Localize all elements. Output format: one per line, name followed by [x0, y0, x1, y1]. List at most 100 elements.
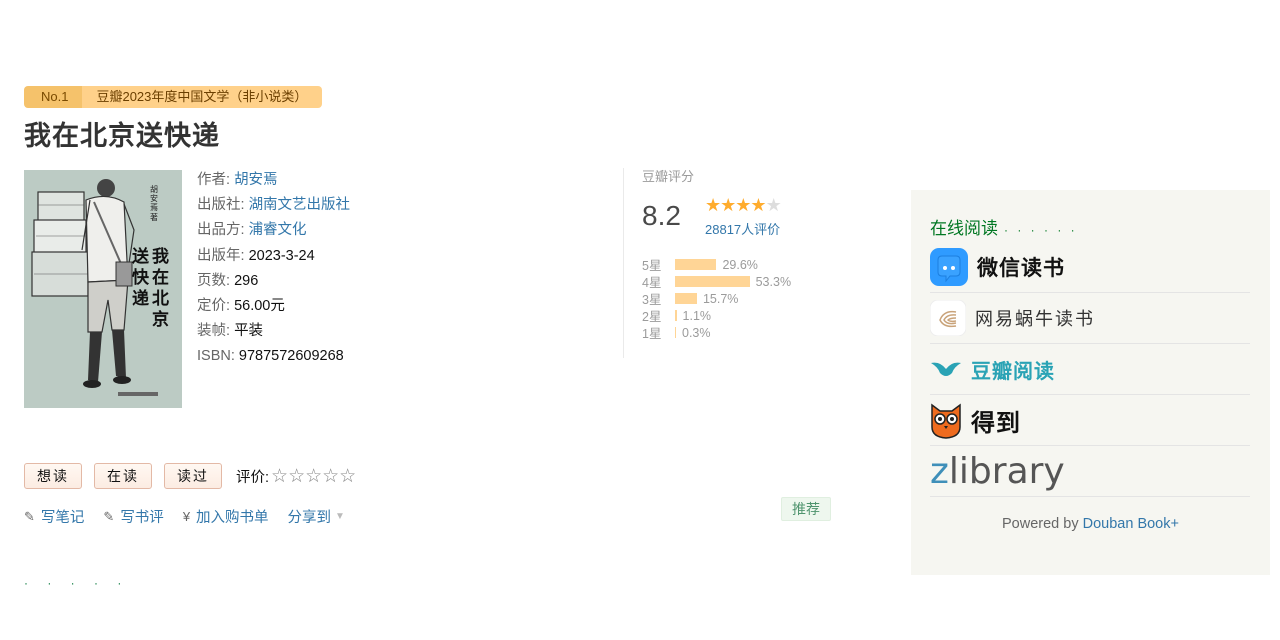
- zlibrary-logo: zlibrary: [930, 450, 1065, 492]
- info-value-link[interactable]: 湖南文艺出版社: [249, 197, 351, 213]
- douban-read-bird-icon: [931, 362, 961, 376]
- svg-text:京: 京: [152, 309, 169, 330]
- read-button[interactable]: 读过: [164, 463, 222, 489]
- online-reading-title: 在线阅读 · · · · · ·: [930, 214, 1078, 239]
- award-text: 豆瓣2023年度中国文学（非小说类）: [82, 86, 323, 108]
- yen-icon: ¥: [182, 509, 191, 524]
- title-dots: · · · · · ·: [1004, 223, 1078, 237]
- svg-text:快: 快: [132, 267, 150, 288]
- info-label: 出品方:: [197, 222, 245, 239]
- powered-prefix: Powered by: [1002, 516, 1079, 532]
- wechat-read-icon: [930, 248, 968, 286]
- write-note-label: 写笔记: [40, 510, 85, 526]
- info-label: 出版年:: [197, 247, 245, 264]
- info-value: 9787572609268: [238, 348, 344, 365]
- share-link[interactable]: 分享到 ▼: [288, 506, 345, 527]
- vendor-netease-snail[interactable]: 网易蜗牛读书: [930, 293, 1250, 344]
- vendor-name: 网易蜗牛读书: [975, 309, 1095, 329]
- info-value-link[interactable]: 胡安焉: [234, 172, 278, 188]
- dedao-owl-icon: [931, 403, 961, 439]
- rating-stars: ★★★★★: [705, 195, 782, 216]
- rating-bar-row: 4星 53.3%: [642, 273, 792, 291]
- rating-bar: [675, 310, 677, 321]
- vendor-name: 得到: [971, 409, 1021, 437]
- award-badge[interactable]: No.1 豆瓣2023年度中国文学（非小说类）: [24, 86, 323, 108]
- add-to-cart-label: 加入购书单: [196, 510, 269, 526]
- svg-text:送: 送: [132, 246, 150, 267]
- vendor-dedao[interactable]: 得到: [930, 395, 1250, 446]
- info-label: 页数:: [197, 272, 231, 289]
- star-icon: ★: [735, 195, 751, 215]
- write-note-link[interactable]: ✎ 写笔记: [24, 506, 84, 527]
- interest-buttons: 想读 在读 读过 评价: ☆☆☆☆☆: [24, 463, 356, 489]
- write-review-link[interactable]: ✎ 写书评: [103, 506, 163, 527]
- section-divider-dots: · · · · ·: [24, 576, 130, 590]
- info-value-link[interactable]: 浦睿文化: [249, 222, 307, 238]
- svg-text:我: 我: [152, 247, 169, 267]
- online-reading-title-text: 在线阅读: [930, 219, 998, 238]
- vendor-douban-read[interactable]: 豆瓣阅读: [930, 344, 1250, 395]
- svg-text:在: 在: [152, 267, 169, 288]
- book-title: 我在北京送快递: [24, 121, 220, 151]
- rating-bar-row: 3星 15.7%: [642, 290, 791, 308]
- vendor-name: 豆瓣阅读: [971, 360, 1055, 383]
- powered-by: Powered by Douban Book+: [911, 516, 1270, 532]
- book-cover[interactable]: 胡安焉著 我 在 北 京 送 快 递: [24, 170, 182, 408]
- info-value: 56.00元: [234, 298, 285, 315]
- write-review-label: 写书评: [120, 510, 164, 526]
- rating-count-link[interactable]: 28817人评价: [705, 219, 780, 238]
- chevron-down-icon: ▼: [335, 511, 345, 522]
- rate-label: 评价:: [236, 469, 270, 486]
- star-icon: ★: [720, 195, 736, 215]
- rating-bar: [675, 293, 697, 304]
- rating-bar-label: 1星: [642, 327, 662, 341]
- info-label: ISBN:: [197, 348, 235, 365]
- rating-bar: [675, 259, 717, 270]
- rating-distribution: 5星 29.6% 4星 53.3% 3星 15.7% 2星 1.1% 1星 0.3%: [642, 256, 792, 342]
- star-icon: ★: [765, 195, 782, 215]
- info-row: 页数: 296: [197, 269, 350, 294]
- rating-score: 8.2: [642, 200, 681, 231]
- star-icon: ★: [750, 195, 766, 215]
- info-row: ISBN: 9787572609268: [197, 344, 350, 369]
- pencil-icon: ✎: [24, 508, 35, 524]
- rating-header: 豆瓣评分: [642, 169, 695, 184]
- want-read-button[interactable]: 想读: [24, 463, 82, 489]
- info-label: 作者:: [197, 172, 231, 188]
- cover-illustration: 胡安焉著 我 在 北 京 送 快 递: [24, 170, 182, 408]
- info-row: 出品方: 浦睿文化: [197, 218, 350, 243]
- reading-button[interactable]: 在读: [94, 463, 152, 489]
- divider: [623, 168, 624, 358]
- info-row: 出版社: 湖南文艺出版社: [197, 193, 350, 218]
- info-row: 装帧: 平装: [197, 319, 350, 344]
- rating-bar-row: 2星 1.1%: [642, 307, 791, 325]
- rating-bar-percent: 1.1%: [682, 308, 712, 323]
- svg-text:北: 北: [152, 289, 169, 309]
- vendor-wechat-read[interactable]: 微信读书: [930, 242, 1250, 293]
- add-to-cart-link[interactable]: ¥ 加入购书单: [183, 506, 269, 527]
- info-label: 出版社:: [197, 197, 245, 214]
- rating-bar: [675, 327, 676, 338]
- rating-bar-percent: 15.7%: [702, 291, 739, 306]
- info-value: 2023-3-24: [248, 247, 315, 264]
- info-row: 作者: 胡安焉: [197, 168, 350, 193]
- star-icon: ★: [705, 195, 721, 215]
- book-info: 作者: 胡安焉 出版社: 湖南文艺出版社 出品方: 浦睿文化 出版年: 2023-3-…: [197, 168, 350, 370]
- user-rating-stars[interactable]: ☆☆☆☆☆: [271, 465, 356, 488]
- cover-author: 胡安焉著: [150, 184, 158, 222]
- vendor-name: 微信读书: [977, 257, 1065, 280]
- rating-bar-percent: 53.3%: [755, 274, 792, 289]
- info-row: 定价: 56.00元: [197, 294, 350, 319]
- action-links: ✎ 写笔记 ✎ 写书评 ¥ 加入购书单 分享到 ▼: [24, 506, 364, 527]
- recommend-button[interactable]: 推荐: [781, 497, 831, 521]
- netease-snail-icon: [930, 300, 966, 336]
- douban-book-plus-link[interactable]: Douban Book+: [1083, 516, 1179, 532]
- info-value: 296: [234, 272, 259, 289]
- online-reading-panel: 在线阅读 · · · · · · 微信读书 网易蜗牛读书 豆瓣阅读 得到 zli…: [911, 190, 1270, 575]
- rating-bar: [675, 276, 750, 287]
- vendor-zlibrary[interactable]: zlibrary: [930, 446, 1250, 497]
- info-row: 出版年: 2023-3-24: [197, 244, 350, 269]
- rating-bar-percent: 29.6%: [722, 257, 758, 272]
- pencil-icon: ✎: [103, 508, 115, 524]
- rating-bar-percent: 0.3%: [682, 325, 711, 340]
